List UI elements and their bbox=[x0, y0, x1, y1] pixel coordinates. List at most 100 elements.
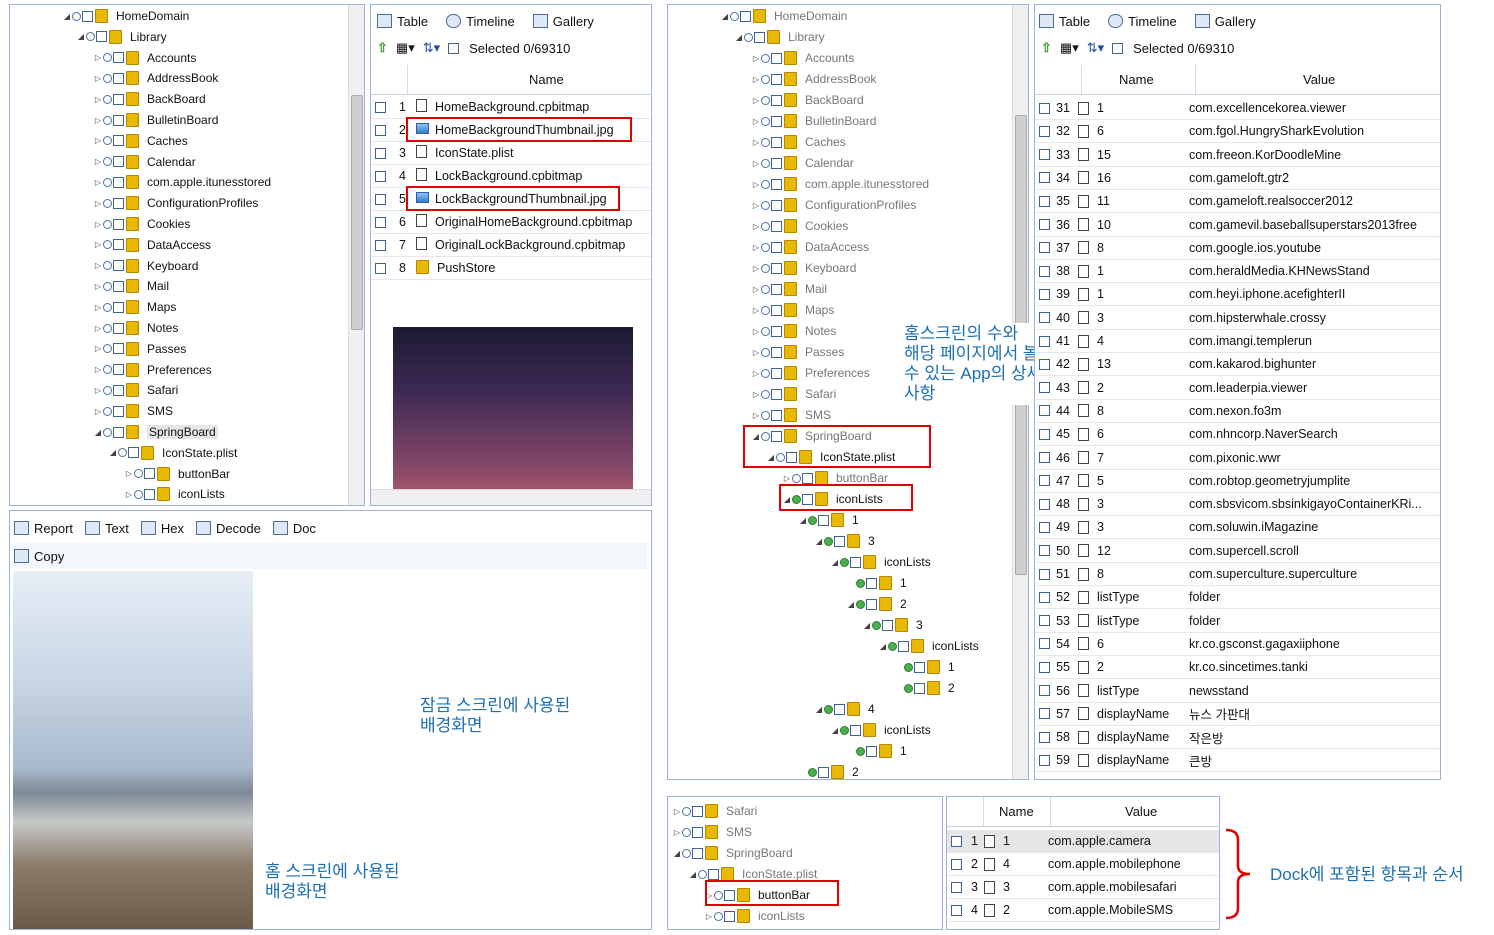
row-checkbox[interactable] bbox=[375, 216, 386, 228]
tree-checkbox[interactable] bbox=[754, 31, 765, 43]
tree-checkbox[interactable] bbox=[834, 703, 845, 715]
row-checkbox[interactable] bbox=[1039, 498, 1050, 510]
tree-checkbox[interactable] bbox=[771, 73, 782, 85]
table-row[interactable]: 44 8 com.nexon.fo3m bbox=[1035, 400, 1440, 423]
expander-icon[interactable]: ▷ bbox=[751, 264, 761, 273]
expander-icon[interactable]: ◢ bbox=[814, 705, 824, 714]
tree-item[interactable]: ▷ Accounts bbox=[751, 48, 854, 68]
tree-checkbox[interactable] bbox=[692, 847, 703, 859]
tree-checkbox[interactable] bbox=[692, 826, 703, 838]
row-checkbox[interactable] bbox=[1039, 661, 1050, 673]
expander-icon[interactable]: ▷ bbox=[93, 178, 103, 187]
tree-checkbox[interactable] bbox=[113, 364, 124, 376]
tree-checkbox[interactable] bbox=[113, 156, 124, 168]
tree-item[interactable]: ▷ DataAccess bbox=[93, 235, 211, 255]
tree-checkbox[interactable] bbox=[771, 52, 782, 64]
expander-icon[interactable]: ◢ bbox=[830, 726, 840, 735]
tree-checkbox[interactable] bbox=[144, 488, 155, 500]
table-row[interactable]: 3 3 com.apple.mobilesafari bbox=[947, 876, 1219, 899]
row-checkbox[interactable] bbox=[1039, 312, 1050, 324]
expander-icon[interactable]: ▷ bbox=[751, 348, 761, 357]
tree-checkbox[interactable] bbox=[113, 405, 124, 417]
tree-item[interactable]: ◢ 1 bbox=[798, 510, 859, 530]
tab-timeline[interactable]: Timeline bbox=[446, 14, 515, 29]
table-row[interactable]: 40 3 com.hipsterwhale.crossy bbox=[1035, 307, 1440, 330]
column-name[interactable]: Name bbox=[999, 804, 1034, 819]
table-row[interactable]: 46 7 com.pixonic.wwr bbox=[1035, 447, 1440, 470]
expander-icon[interactable]: ▷ bbox=[93, 386, 103, 395]
row-checkbox[interactable] bbox=[375, 239, 386, 251]
tree-checkbox[interactable] bbox=[113, 322, 124, 334]
tree-item[interactable]: ▷ Calendar bbox=[751, 153, 854, 173]
expander-icon[interactable]: ◢ bbox=[814, 537, 824, 546]
tree-item[interactable]: ▷ Calendar bbox=[93, 152, 196, 172]
sort-icon[interactable]: ⇅▾ bbox=[423, 40, 440, 56]
tree-checkbox[interactable] bbox=[113, 72, 124, 84]
expander-icon[interactable]: ▷ bbox=[672, 807, 682, 816]
row-checkbox[interactable] bbox=[1039, 452, 1050, 463]
tree-item[interactable]: 1 bbox=[846, 573, 907, 593]
tree-checkbox[interactable] bbox=[113, 260, 124, 272]
row-checkbox[interactable] bbox=[1039, 685, 1050, 696]
tree-checkbox[interactable] bbox=[882, 619, 893, 631]
row-checkbox[interactable] bbox=[375, 147, 386, 159]
tree-item[interactable]: ◢ Library bbox=[734, 27, 825, 47]
tree-checkbox[interactable] bbox=[771, 241, 782, 253]
expander-icon[interactable]: ◢ bbox=[62, 12, 72, 21]
tree-item[interactable]: ▷ BulletinBoard bbox=[751, 111, 876, 131]
table-row[interactable]: 35 11 com.gameloft.realsoccer2012 bbox=[1035, 190, 1440, 214]
tree-item[interactable]: ◢ SpringBoard bbox=[672, 843, 793, 863]
tab-gallery[interactable]: Gallery bbox=[1194, 14, 1256, 29]
tree-checkbox[interactable] bbox=[818, 766, 829, 778]
row-checkbox[interactable] bbox=[1039, 545, 1050, 557]
row-checkbox[interactable] bbox=[1039, 219, 1050, 230]
tree-checkbox[interactable] bbox=[771, 262, 782, 274]
expander-icon[interactable]: ▷ bbox=[751, 117, 761, 126]
column-name[interactable]: Name bbox=[529, 72, 564, 87]
expander-icon[interactable]: ▷ bbox=[751, 138, 761, 147]
row-checkbox[interactable] bbox=[951, 881, 962, 893]
tree-checkbox[interactable] bbox=[96, 31, 107, 43]
table-row[interactable]: 41 4 com.imangi.templerun bbox=[1035, 330, 1440, 353]
tree-checkbox[interactable] bbox=[144, 468, 155, 480]
tree-checkbox[interactable] bbox=[724, 910, 735, 922]
expander-icon[interactable]: ▷ bbox=[93, 116, 103, 125]
expander-icon[interactable]: ▷ bbox=[751, 201, 761, 210]
tree-item[interactable]: ▷ Safari bbox=[672, 801, 757, 821]
tree-item[interactable]: ◢ HomeDomain bbox=[720, 6, 847, 26]
expander-icon[interactable]: ▷ bbox=[672, 828, 682, 837]
horizontal-scrollbar[interactable] bbox=[371, 489, 651, 505]
expander-icon[interactable]: ◢ bbox=[734, 33, 744, 42]
tree-item[interactable]: ◢ HomeDomain bbox=[62, 6, 189, 26]
expander-icon[interactable]: ▷ bbox=[93, 282, 103, 291]
row-checkbox[interactable] bbox=[1039, 335, 1050, 347]
tree-item[interactable]: ▷ Cookies bbox=[751, 216, 848, 236]
tree-checkbox[interactable] bbox=[771, 220, 782, 232]
tree-checkbox[interactable] bbox=[771, 304, 782, 316]
column-value[interactable]: Value bbox=[1125, 804, 1157, 819]
tree-item[interactable]: ▷ Caches bbox=[93, 131, 188, 151]
expander-icon[interactable]: ▷ bbox=[751, 306, 761, 315]
expander-icon[interactable]: ◢ bbox=[108, 448, 118, 457]
scroll-thumb[interactable] bbox=[351, 95, 363, 330]
expander-icon[interactable]: ▷ bbox=[751, 390, 761, 399]
tree-item[interactable]: ▷ com.apple.itunesstored bbox=[93, 172, 271, 192]
tree-item[interactable]: ▷ AddressBook bbox=[93, 68, 218, 88]
tree-item[interactable]: ▷ Mail bbox=[751, 279, 827, 299]
expander-icon[interactable]: ▷ bbox=[751, 411, 761, 420]
expander-icon[interactable]: ▷ bbox=[704, 912, 714, 921]
tree-checkbox[interactable] bbox=[113, 239, 124, 251]
row-checkbox[interactable] bbox=[1039, 265, 1050, 277]
row-checkbox[interactable] bbox=[1039, 521, 1050, 533]
expander-icon[interactable]: ▷ bbox=[751, 180, 761, 189]
tree-item[interactable]: ◢ IconState.plist bbox=[108, 443, 237, 463]
table-row[interactable]: 2 4 com.apple.mobilephone bbox=[947, 853, 1219, 876]
table-row[interactable]: 59 displayName 큰방 bbox=[1035, 749, 1440, 773]
report-button[interactable]: Report bbox=[14, 521, 73, 536]
expander-icon[interactable]: ▷ bbox=[93, 157, 103, 166]
table-row[interactable]: 56 listType newsstand bbox=[1035, 680, 1440, 703]
row-checkbox[interactable] bbox=[375, 193, 386, 205]
expander-icon[interactable]: ▷ bbox=[93, 303, 103, 312]
row-checkbox[interactable] bbox=[1039, 475, 1050, 487]
tree-checkbox[interactable] bbox=[82, 10, 93, 22]
